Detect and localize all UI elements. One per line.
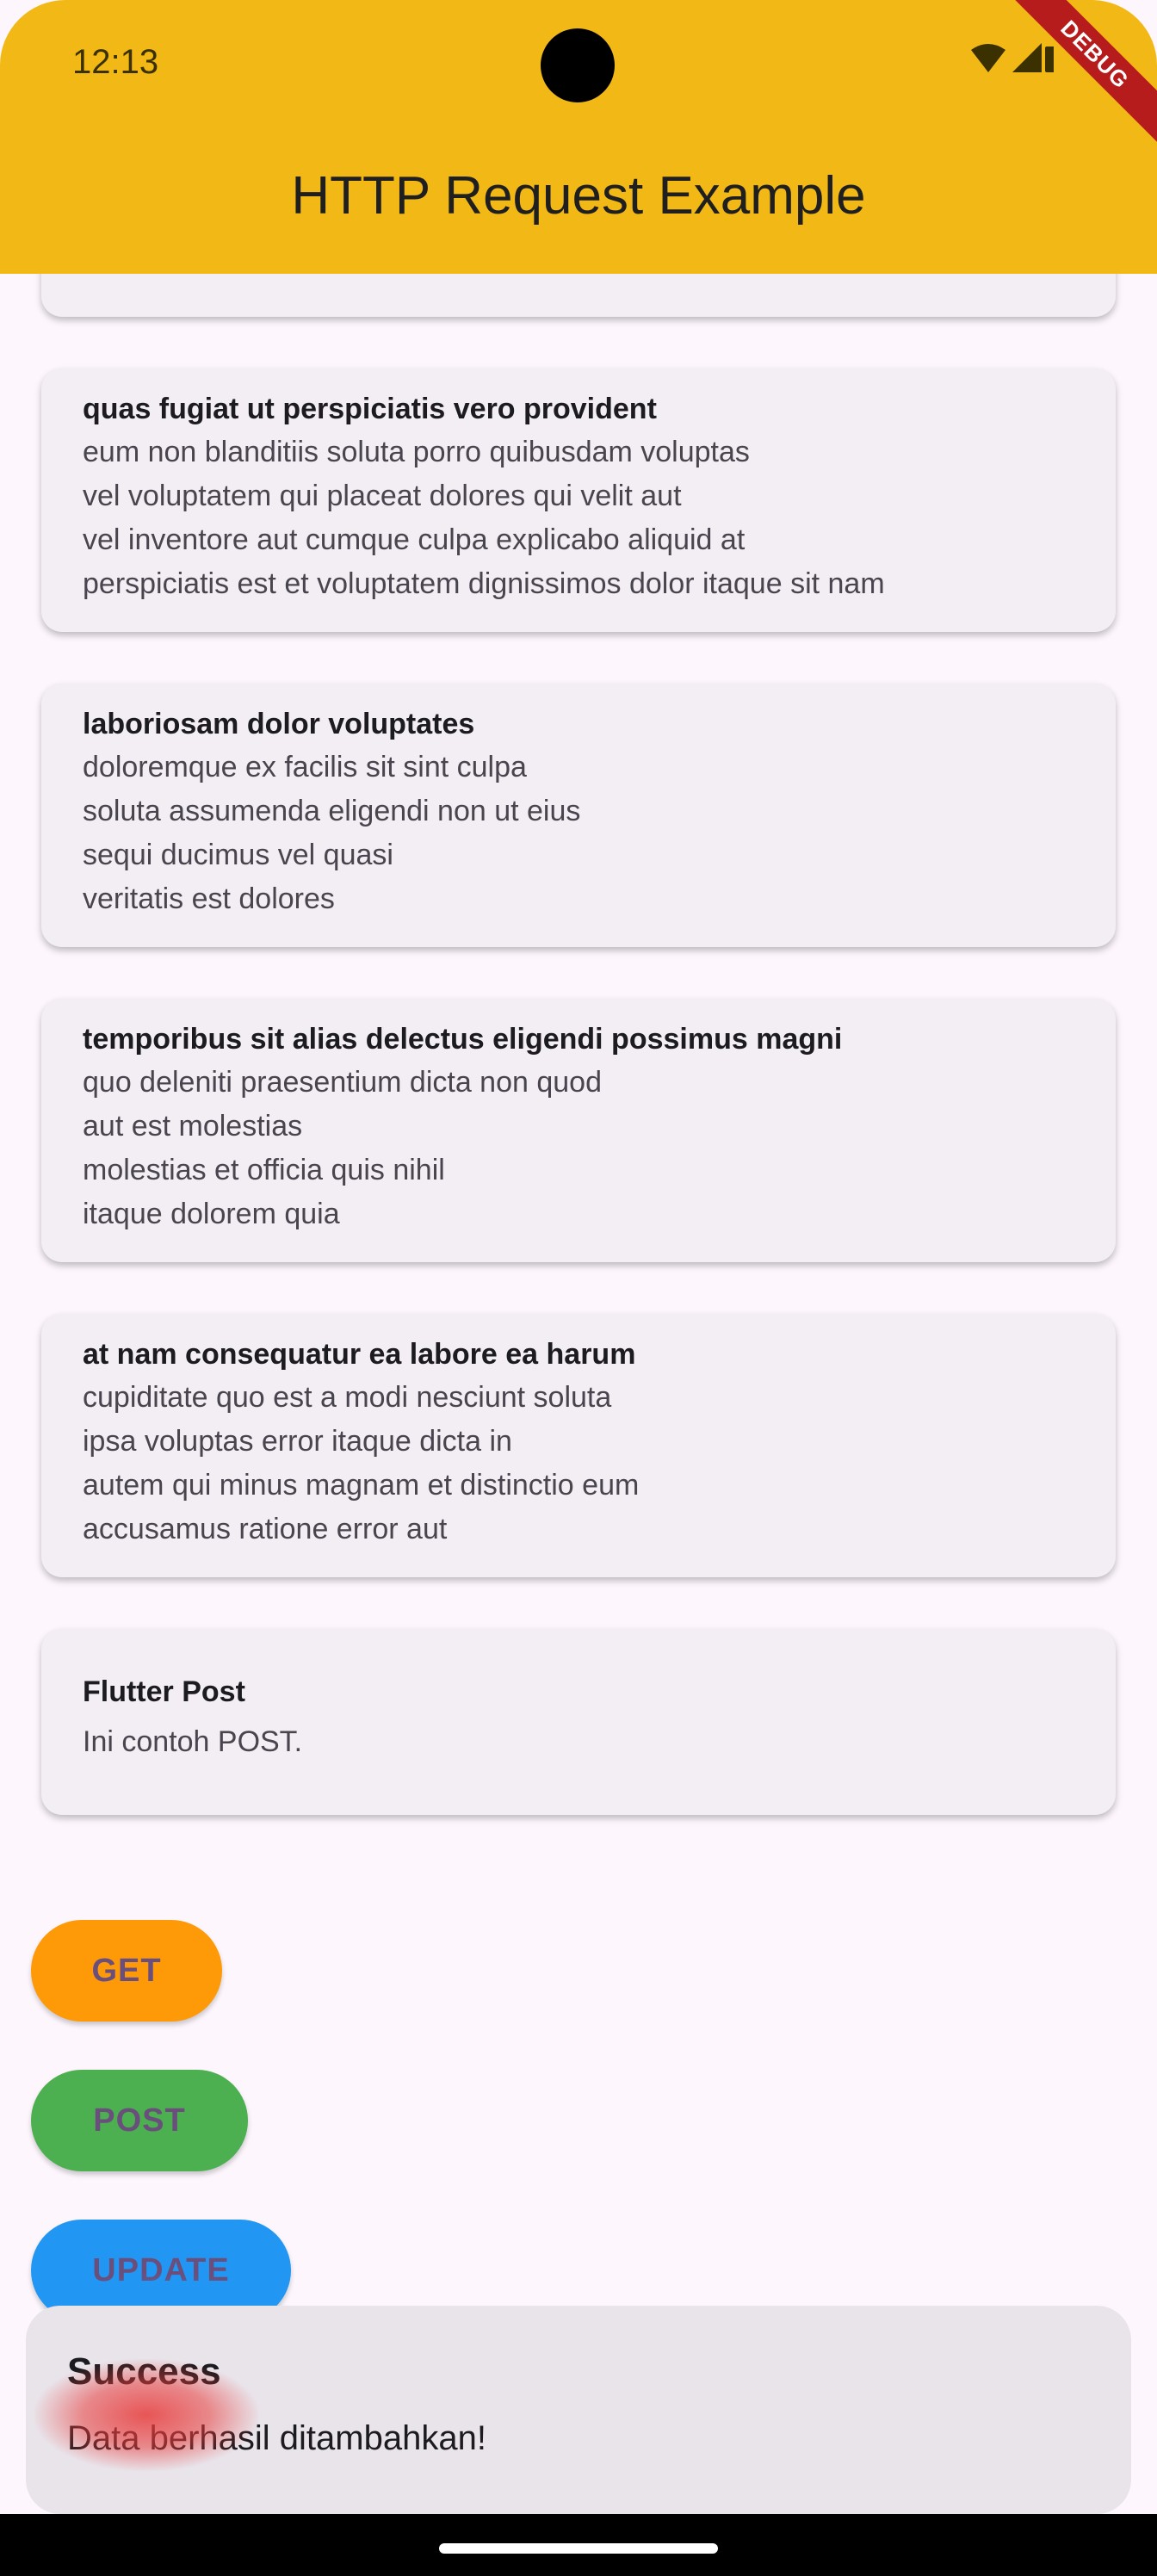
get-button[interactable]: GET [31,1920,222,2022]
debug-label: DEBUG [1003,0,1157,146]
post-title: at nam consequatur ea labore ea harum [83,1338,636,1371]
home-gesture-handle[interactable] [439,2543,718,2554]
post-title: Flutter Post [83,1675,245,1708]
post-title: laboriosam dolor voluptates [83,708,475,740]
page-title: HTTP Request Example [291,166,866,226]
post-card: quas fugiat ut perspiciatis vero provide… [41,368,1116,632]
post-card: at nam consequatur ea labore ea harum cu… [41,1314,1116,1577]
camera-cutout [541,28,615,102]
app-bar: 12:13 HTTP Request Example [0,0,1157,274]
post-body: cupiditate quo est a modi nesciunt solut… [83,1381,640,1545]
status-time: 12:13 [72,43,159,81]
system-nav-bar [0,2514,1157,2576]
post-body: eum non blanditiis soluta porro quibusda… [83,436,885,600]
post-body: doloremque ex facilis sit sint culpa sol… [83,751,581,915]
post-button[interactable]: POST [31,2070,248,2171]
post-card: temporibus sit alias delectus eligendi p… [41,999,1116,1262]
post-title: quas fugiat ut perspiciatis vero provide… [83,393,657,425]
posts-list[interactable]: quas fugiat ut perspiciatis vero provide… [0,0,1157,2576]
debug-banner: DEBUG [993,0,1157,164]
post-body: Ini contoh POST. [83,1725,303,1758]
touch-ripple [34,2359,258,2471]
post-card: laboriosam dolor voluptates doloremque e… [41,684,1116,947]
post-body: quo deleniti praesentium dicta non quod … [83,1066,602,1230]
post-title: temporibus sit alias delectus eligendi p… [83,1023,843,1056]
post-card: Flutter Post Ini contoh POST. [41,1629,1116,1815]
